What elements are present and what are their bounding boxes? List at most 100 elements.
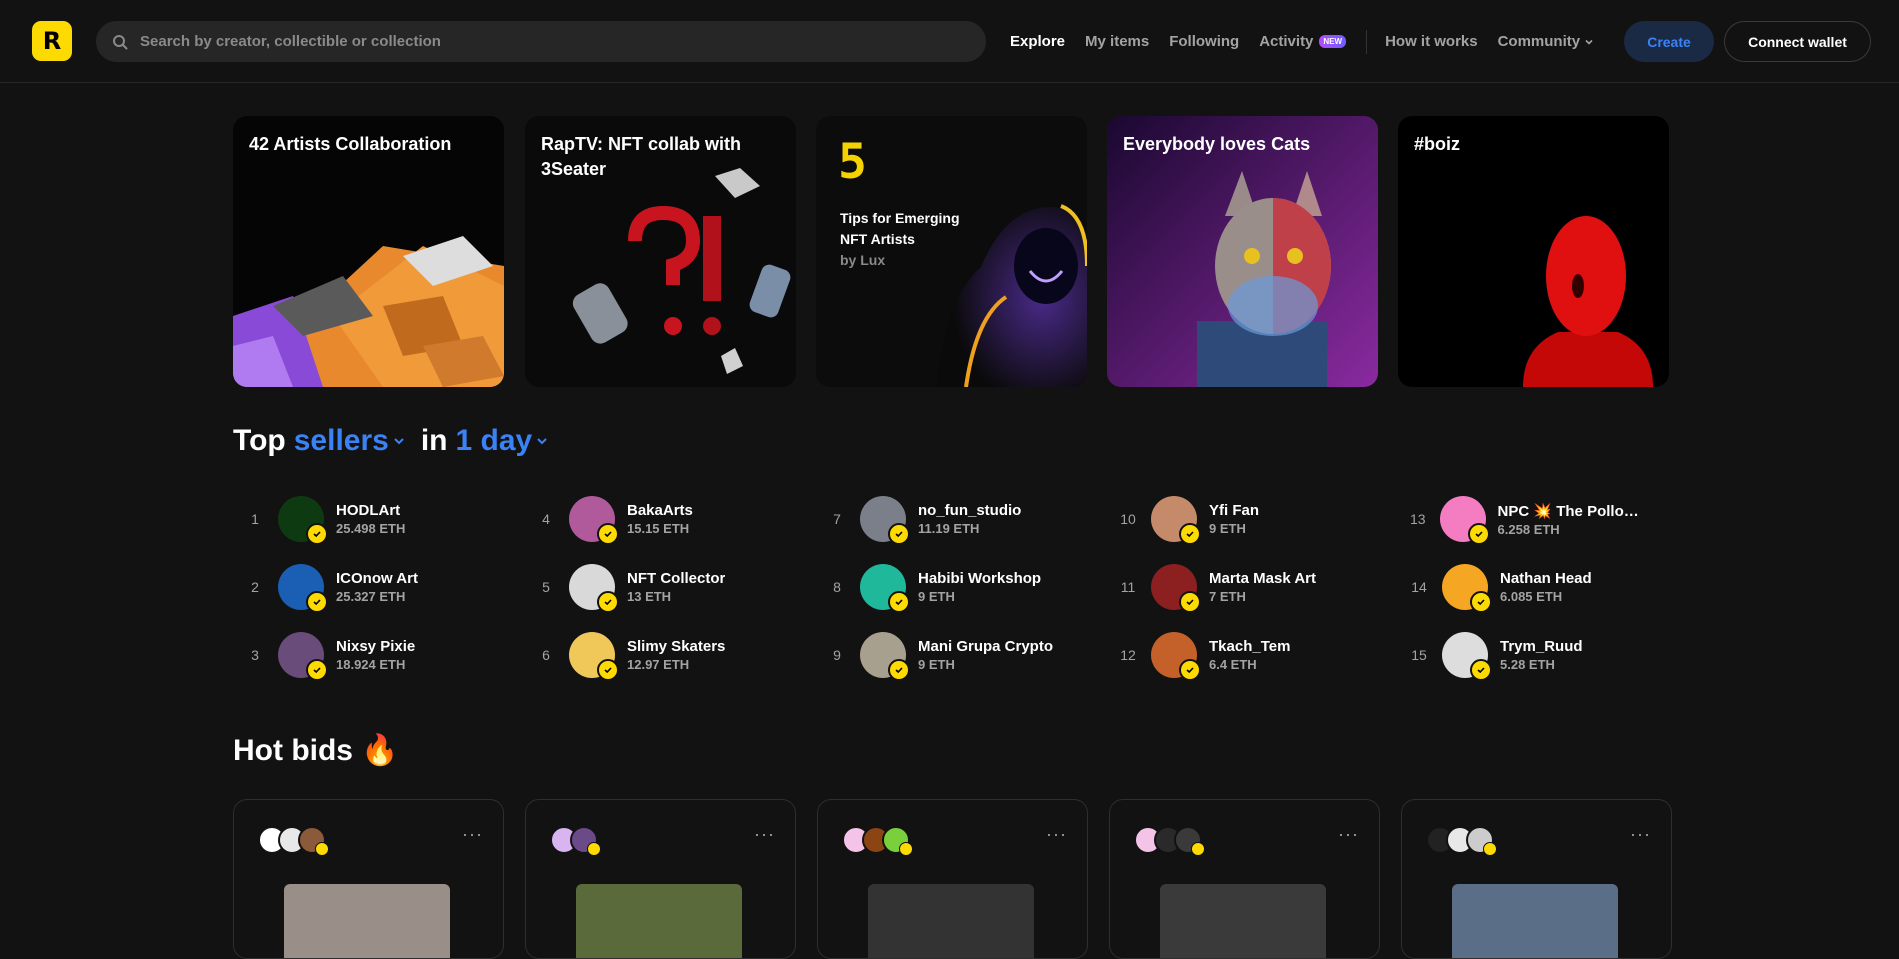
seller-name[interactable]: Trym_Ruud (1500, 638, 1583, 655)
seller-amount: 6.258 ETH (1497, 521, 1560, 537)
seller-name[interactable]: Nathan Head (1500, 570, 1592, 587)
seller-type-dropdown[interactable]: sellers (294, 424, 407, 458)
nav-community[interactable]: Community (1498, 33, 1596, 50)
hot-bids-heading: Hot bids 🔥 (233, 733, 399, 768)
period-dropdown[interactable]: 1 day (456, 424, 551, 458)
seller-avatar[interactable] (1151, 632, 1201, 681)
hot-bid-card[interactable]: ··· (1401, 799, 1672, 959)
more-options-icon[interactable]: ··· (1046, 824, 1067, 845)
seller-amount: 18.924 ETH (336, 657, 406, 672)
seller-row[interactable]: 7 no_fun_studio 11.19 ETH (822, 494, 1062, 545)
seller-row[interactable]: 5 NFT Collector 13 ETH (531, 562, 771, 613)
seller-avatar[interactable] (860, 564, 910, 613)
verified-badge-icon (1179, 591, 1201, 613)
nav-my-items[interactable]: My items (1085, 33, 1149, 50)
seller-row[interactable]: 4 BakaArts 15.15 ETH (531, 494, 771, 545)
seller-row[interactable]: 10 Yfi Fan 9 ETH (1113, 494, 1353, 545)
bid-avatar[interactable] (1174, 826, 1205, 856)
featured-card-tips-lux[interactable]: 5 Tips for Emerging NFT Artists by Lux (816, 116, 1087, 387)
seller-avatar[interactable] (1442, 632, 1492, 681)
more-options-icon[interactable]: ··· (1630, 824, 1651, 845)
seller-row[interactable]: 13 NPC 💥 The Pollock ... 6.258 ETH (1404, 494, 1644, 545)
seller-avatar[interactable] (278, 564, 328, 613)
seller-name[interactable]: NPC 💥 The Pollock ... (1498, 502, 1644, 520)
hot-bid-card[interactable]: ··· (525, 799, 796, 959)
hot-bid-card[interactable]: ··· (233, 799, 504, 959)
seller-name[interactable]: Marta Mask Art (1209, 570, 1316, 587)
bid-artwork[interactable] (868, 884, 1034, 958)
seller-avatar[interactable] (860, 632, 910, 681)
create-button[interactable]: Create (1624, 21, 1714, 62)
seller-avatar[interactable] (569, 632, 619, 681)
seller-row[interactable]: 3 Nixsy Pixie 18.924 ETH (240, 630, 480, 681)
seller-avatar[interactable] (569, 564, 619, 613)
bid-artwork[interactable] (284, 884, 450, 958)
bid-avatar[interactable] (1466, 826, 1497, 856)
seller-row[interactable]: 6 Slimy Skaters 12.97 ETH (531, 630, 771, 681)
seller-avatar[interactable] (278, 496, 328, 545)
seller-name[interactable]: NFT Collector (627, 570, 725, 587)
nav-activity[interactable]: Activity NEW (1259, 33, 1347, 50)
verified-badge-icon (315, 842, 329, 856)
featured-card-boiz[interactable]: #boiz (1398, 116, 1669, 387)
seller-row[interactable]: 15 Trym_Ruud 5.28 ETH (1404, 630, 1644, 681)
nav-following[interactable]: Following (1169, 33, 1239, 50)
seller-name[interactable]: Tkach_Tem (1209, 638, 1290, 655)
seller-avatar[interactable] (860, 496, 910, 545)
seller-row[interactable]: 1 HODLArt 25.498 ETH (240, 494, 480, 545)
card-title: 42 Artists Collaboration (249, 134, 452, 154)
chevron-down-icon (394, 438, 404, 445)
seller-amount: 11.19 ETH (918, 521, 980, 536)
seller-info: BakaArts 15.15 ETH (627, 502, 693, 536)
verified-badge-icon (306, 591, 328, 613)
verified-badge-icon (306, 523, 328, 545)
seller-name[interactable]: ICOnow Art (336, 570, 418, 587)
seller-name[interactable]: Nixsy Pixie (336, 638, 415, 655)
seller-avatar[interactable] (1439, 496, 1490, 545)
verified-badge-icon (1470, 659, 1492, 681)
nav-explore[interactable]: Explore (1010, 33, 1065, 50)
featured-card-cats[interactable]: Everybody loves Cats (1107, 116, 1378, 387)
seller-row[interactable]: 11 Marta Mask Art 7 ETH (1113, 562, 1353, 613)
bid-artwork[interactable] (1160, 884, 1326, 958)
rarible-logo[interactable]: R (32, 21, 72, 61)
heading-mid: in (420, 424, 448, 457)
seller-row[interactable]: 12 Tkach_Tem 6.4 ETH (1113, 630, 1353, 681)
more-options-icon[interactable]: ··· (462, 824, 483, 845)
seller-name[interactable]: HODLArt (336, 502, 405, 519)
bid-avatar[interactable] (298, 826, 329, 856)
seller-row[interactable]: 9 Mani Grupa Crypto 9 ETH (822, 630, 1062, 681)
bid-artwork[interactable] (576, 884, 742, 958)
seller-name[interactable]: Slimy Skaters (627, 638, 725, 655)
featured-card-artists-collab[interactable]: 42 Artists Collaboration (233, 116, 504, 387)
bid-avatar[interactable] (570, 826, 601, 856)
tips-caption: Tips for Emerging NFT Artists by Lux (840, 208, 960, 271)
seller-row[interactable]: 14 Nathan Head 6.085 ETH (1404, 562, 1644, 613)
hot-bid-card[interactable]: ··· (817, 799, 1088, 959)
seller-name[interactable]: Mani Grupa Crypto (918, 638, 1053, 655)
seller-row[interactable]: 2 ICOnow Art 25.327 ETH (240, 562, 480, 613)
seller-info: Nixsy Pixie 18.924 ETH (336, 638, 415, 672)
seller-avatar[interactable] (1151, 564, 1201, 613)
search-bar[interactable] (96, 21, 986, 62)
seller-avatar[interactable] (1151, 496, 1201, 545)
hot-bid-card[interactable]: ··· (1109, 799, 1380, 959)
featured-card-raptv[interactable]: RapTV: NFT collab with 3Seater (525, 116, 796, 387)
seller-row[interactable]: 8 Habibi Workshop 9 ETH (822, 562, 1062, 613)
seller-amount: 9 ETH (918, 589, 955, 604)
nav-how-it-works[interactable]: How it works (1385, 33, 1478, 50)
seller-amount: 13 ETH (627, 589, 672, 604)
seller-avatar[interactable] (1442, 564, 1492, 613)
seller-avatar[interactable] (278, 632, 328, 681)
bid-avatar[interactable] (882, 826, 913, 856)
seller-name[interactable]: no_fun_studio (918, 502, 1021, 519)
bid-artwork[interactable] (1452, 884, 1618, 958)
seller-name[interactable]: Habibi Workshop (918, 570, 1041, 587)
search-input[interactable] (138, 32, 942, 51)
more-options-icon[interactable]: ··· (1338, 824, 1359, 845)
connect-wallet-button[interactable]: Connect wallet (1724, 21, 1871, 62)
seller-name[interactable]: Yfi Fan (1209, 502, 1259, 519)
more-options-icon[interactable]: ··· (754, 824, 775, 845)
seller-avatar[interactable] (569, 496, 619, 545)
seller-name[interactable]: BakaArts (627, 502, 693, 519)
